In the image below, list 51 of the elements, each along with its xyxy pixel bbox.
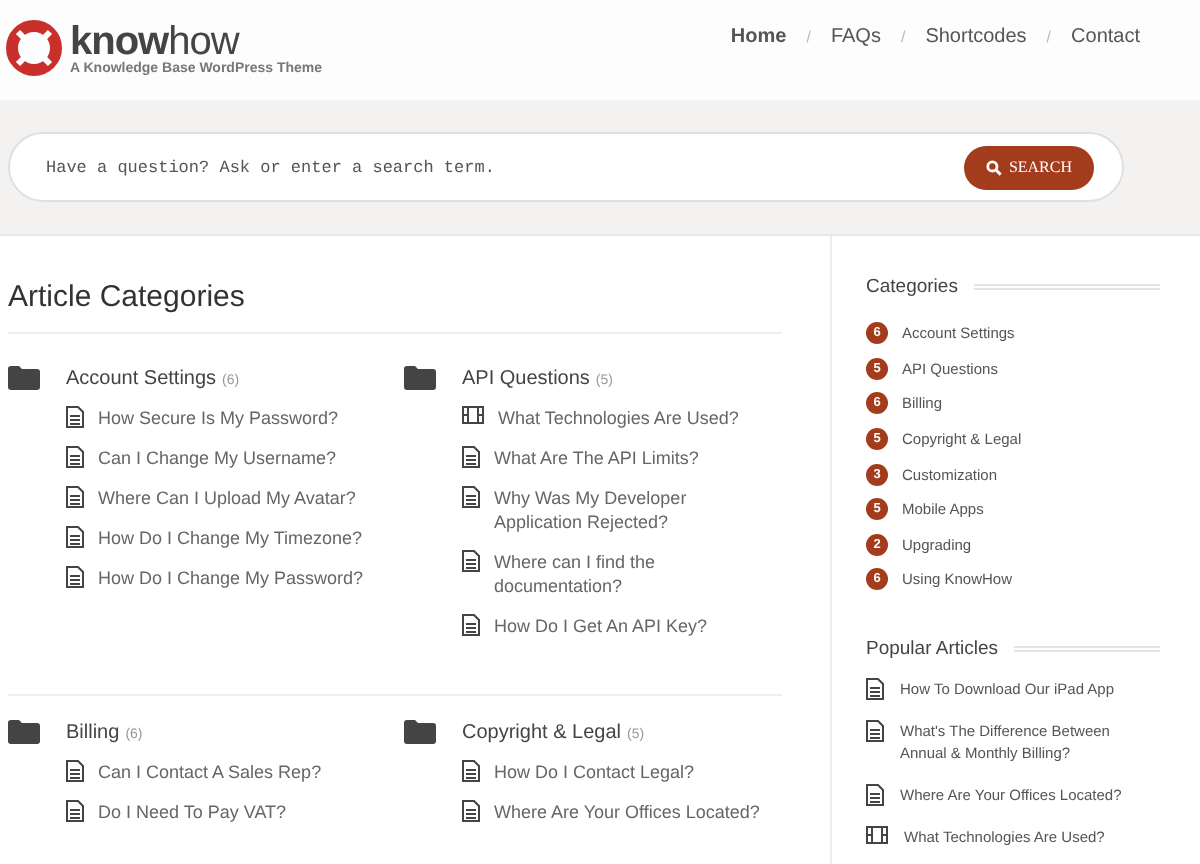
- document-icon: [66, 406, 84, 428]
- nav-separator: /: [806, 27, 811, 45]
- document-icon: [66, 526, 84, 548]
- nav-separator: /: [1046, 27, 1052, 45]
- article-link[interactable]: How Do I Change My Timezone?: [98, 526, 363, 550]
- document-icon: [66, 486, 84, 508]
- article-link[interactable]: Where Can I Upload My Avatar?: [98, 486, 356, 510]
- sidebar-title: Categories: [866, 276, 958, 298]
- search-button[interactable]: SEARCH: [964, 145, 1094, 189]
- search-field[interactable]: Have a question? Ask or enter a search term. SEARCH: [8, 132, 1124, 202]
- article-link[interactable]: How Secure Is My Password?: [98, 406, 339, 430]
- article-link[interactable]: How Do I Get An API Key?: [494, 614, 708, 638]
- article-link[interactable]: Can I Contact A Sales Rep?: [98, 760, 322, 784]
- folder-icon: [404, 720, 436, 744]
- search-icon: [986, 159, 1003, 175]
- document-icon: [866, 677, 884, 700]
- nav-separator: /: [900, 27, 906, 45]
- section-title: Article Categories: [8, 280, 782, 334]
- document-icon: [462, 800, 480, 822]
- brand-name: knowhow: [70, 21, 240, 61]
- article-link[interactable]: Where Are Your Offices Located?: [494, 800, 760, 824]
- sidebar-title: Popular Articles: [866, 637, 999, 660]
- document-icon: [866, 783, 884, 806]
- folder-icon: [8, 720, 40, 744]
- document-icon: [462, 486, 480, 508]
- article-link[interactable]: What Are The API Limits?: [494, 446, 699, 470]
- document-icon: [66, 800, 84, 822]
- article-link[interactable]: What Technologies Are Used?: [498, 406, 739, 430]
- film-icon: [866, 825, 888, 844]
- document-icon: [66, 760, 84, 782]
- folder-icon: [8, 366, 40, 390]
- nav-link[interactable]: FAQs: [830, 25, 881, 47]
- document-icon: [66, 446, 84, 468]
- article-link[interactable]: Do I Need To Pay VAT?: [98, 800, 287, 824]
- article-link[interactable]: Where can I find the documentation?: [494, 550, 774, 598]
- article-link[interactable]: Why Was My Developer Application Rejected?: [494, 486, 774, 534]
- document-icon: [66, 566, 84, 588]
- document-icon: [462, 550, 480, 572]
- document-icon: [462, 760, 480, 782]
- article-link[interactable]: How Do I Contact Legal?: [494, 760, 695, 784]
- document-icon: [462, 446, 480, 468]
- article-link[interactable]: How Do I Change My Password?: [98, 566, 364, 590]
- document-icon: [866, 719, 884, 742]
- nav-link[interactable]: Contact: [1071, 25, 1140, 47]
- article-link[interactable]: Can I Change My Username?: [98, 446, 337, 470]
- nav-link[interactable]: Home: [730, 25, 787, 47]
- film-icon: [462, 406, 484, 424]
- folder-icon: [404, 366, 436, 390]
- document-icon: [462, 614, 480, 636]
- lifebuoy-logo: [6, 20, 62, 76]
- nav-link[interactable]: Shortcodes: [925, 25, 1027, 47]
